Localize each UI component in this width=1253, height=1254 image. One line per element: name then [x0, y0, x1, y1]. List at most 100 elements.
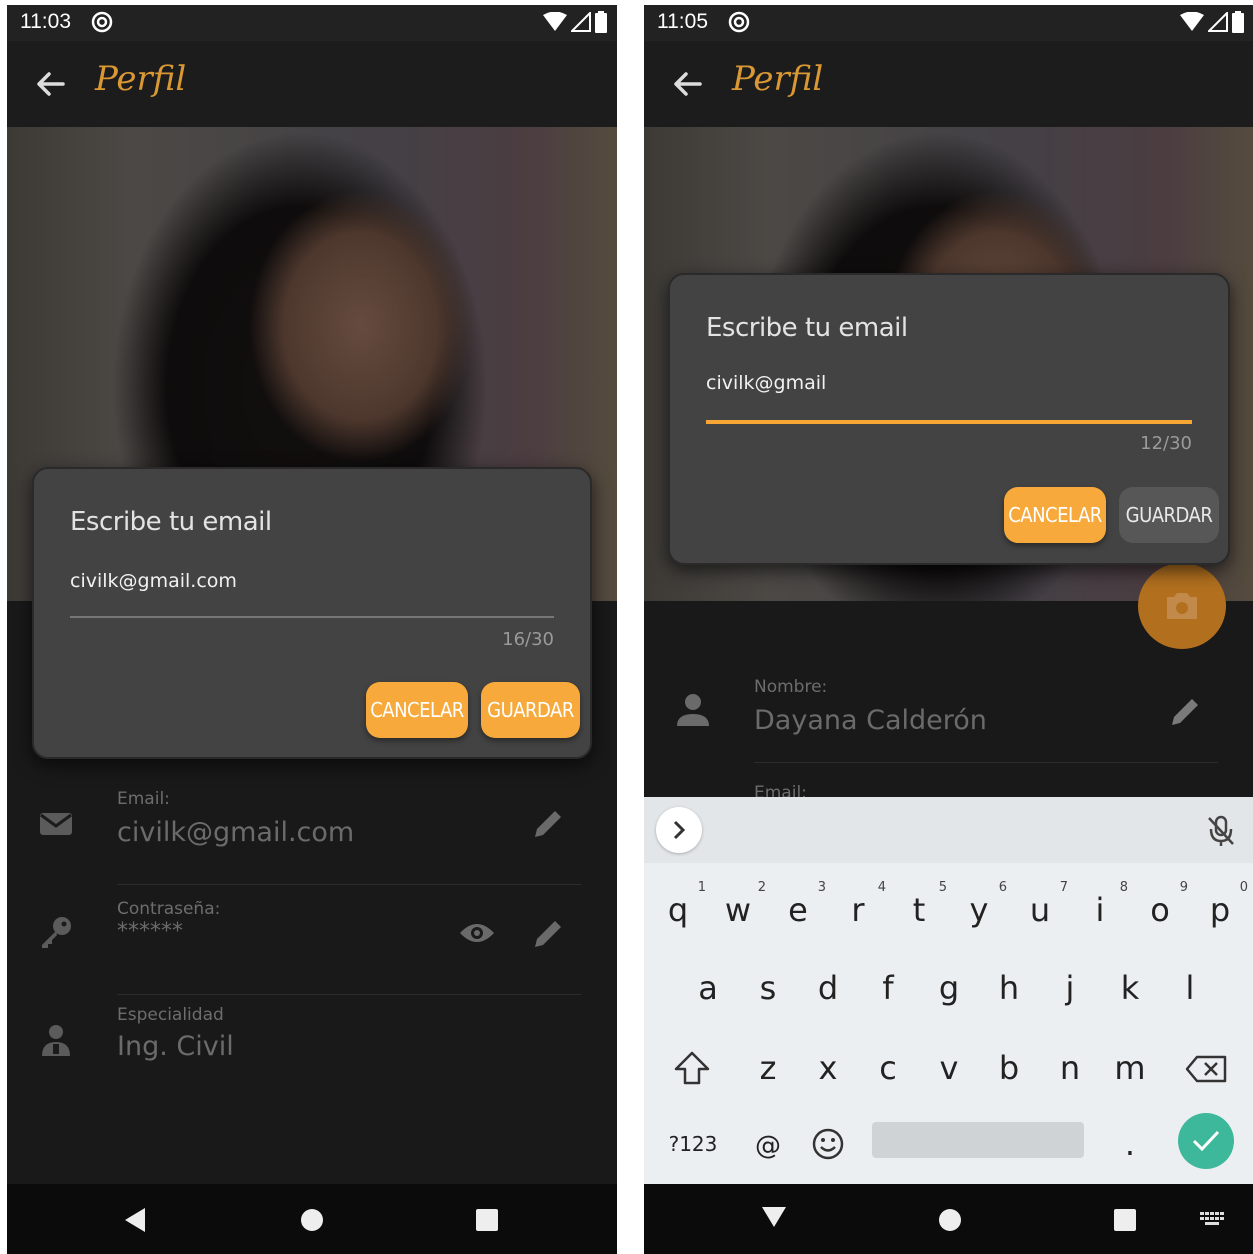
status-icons: [1180, 11, 1244, 33]
status-icons: [543, 11, 607, 33]
back-arrow-icon[interactable]: [672, 69, 702, 99]
page-title: Perfil: [732, 59, 824, 99]
enter-key[interactable]: [1178, 1113, 1234, 1169]
key-v[interactable]: v: [919, 1033, 979, 1103]
dialog-title: Escribe tu email: [70, 507, 272, 537]
email-input[interactable]: civilk@gmail: [706, 372, 826, 394]
key-l[interactable]: l: [1160, 953, 1220, 1023]
keyboard-suggestion-bar: [644, 797, 1253, 863]
person-icon: [677, 694, 709, 726]
name-label: Nombre:: [754, 677, 828, 697]
app-bar: Perfil: [644, 41, 1253, 127]
nav-home-icon[interactable]: [300, 1208, 324, 1232]
keyboard-switch-icon[interactable]: [1200, 1212, 1226, 1226]
mail-icon: [40, 813, 72, 835]
worker-icon: [42, 1025, 70, 1056]
key-u[interactable]: u7: [1010, 875, 1070, 945]
key-s[interactable]: s: [738, 953, 798, 1023]
dialog-title: Escribe tu email: [706, 313, 908, 343]
key-w[interactable]: w2: [708, 875, 768, 945]
chevron-right-icon[interactable]: [656, 807, 702, 853]
key-j[interactable]: j: [1040, 953, 1100, 1023]
mic-off-icon[interactable]: [1206, 815, 1236, 847]
emoji-key[interactable]: [798, 1109, 858, 1179]
password-value: ******: [117, 919, 183, 944]
email-row: Email: civilk@gmail.com: [7, 775, 617, 885]
cancel-button[interactable]: CANCELAR: [366, 682, 468, 738]
eye-icon[interactable]: [459, 919, 495, 947]
key-r[interactable]: r4: [828, 875, 888, 945]
key-o[interactable]: o9: [1130, 875, 1190, 945]
key-y[interactable]: y6: [949, 875, 1009, 945]
key-m[interactable]: m: [1100, 1033, 1160, 1103]
camera-icon: [1167, 593, 1197, 619]
key-b[interactable]: b: [979, 1033, 1039, 1103]
key-i[interactable]: i8: [1070, 875, 1130, 945]
status-time: 11:03: [20, 10, 71, 33]
key-h[interactable]: h: [979, 953, 1039, 1023]
key-g[interactable]: g: [919, 953, 979, 1023]
checkmark-icon: [1192, 1130, 1220, 1152]
save-button[interactable]: GUARDAR: [481, 682, 580, 738]
edit-password-icon[interactable]: [531, 917, 565, 951]
navigation-bar: [644, 1184, 1253, 1254]
nav-back-icon[interactable]: [123, 1207, 147, 1233]
password-row: Contraseña: ******: [7, 885, 617, 995]
specialty-value: Ing. Civil: [117, 1031, 234, 1062]
back-arrow-icon[interactable]: [35, 69, 65, 99]
nav-home-icon[interactable]: [938, 1208, 962, 1232]
input-underline: [70, 616, 554, 618]
key-f[interactable]: f: [858, 953, 918, 1023]
email-dialog: Escribe tu email civilk@gmail.com 16/30 …: [32, 467, 592, 759]
status-bar: 11:05: [644, 5, 1253, 41]
signal-icon: [1208, 12, 1228, 32]
email-input[interactable]: civilk@gmail.com: [70, 570, 237, 592]
key-q[interactable]: q1: [648, 875, 708, 945]
symbols-key[interactable]: ?123: [658, 1109, 728, 1179]
nav-recents-icon[interactable]: [1113, 1208, 1137, 1232]
password-label: Contraseña:: [117, 899, 221, 919]
name-value: Dayana Calderón: [754, 705, 987, 736]
key-e[interactable]: e3: [768, 875, 828, 945]
navigation-bar: [7, 1184, 617, 1254]
battery-icon: [1232, 11, 1244, 33]
nav-hide-keyboard-icon[interactable]: [761, 1206, 787, 1228]
save-button[interactable]: GUARDAR: [1119, 487, 1219, 543]
specialty-row: Especialidad Ing. Civil: [7, 995, 617, 1105]
at-key[interactable]: @: [738, 1111, 798, 1181]
status-bar: 11:03: [7, 5, 617, 41]
backspace-icon: [1185, 1055, 1227, 1083]
shift-key[interactable]: [662, 1033, 722, 1103]
key-t[interactable]: t5: [889, 875, 949, 945]
signal-icon: [571, 12, 591, 32]
key-p[interactable]: p0: [1190, 875, 1250, 945]
key-k[interactable]: k: [1100, 953, 1160, 1023]
email-label: Email:: [117, 789, 170, 809]
backspace-key[interactable]: [1176, 1033, 1236, 1103]
email-value: civilk@gmail.com: [117, 817, 355, 848]
space-bar[interactable]: [872, 1122, 1084, 1158]
wifi-icon: [1180, 12, 1204, 31]
key-n[interactable]: n: [1040, 1033, 1100, 1103]
wifi-icon: [543, 12, 567, 31]
key-x[interactable]: x: [798, 1033, 858, 1103]
camera-button[interactable]: [1138, 563, 1226, 649]
key-c[interactable]: c: [858, 1033, 918, 1103]
battery-icon: [595, 11, 607, 33]
edit-email-icon[interactable]: [531, 807, 565, 841]
soft-keyboard: q1 w2 e3 r4 t5 y6 u7 i8 o9 p0 a s d f g …: [644, 797, 1253, 1184]
nav-recents-icon[interactable]: [475, 1208, 499, 1232]
phone-screen-left: 11:03 Perfil Email: civilk@gmail.com Con…: [7, 5, 617, 1254]
edit-name-icon[interactable]: [1168, 695, 1202, 729]
period-key[interactable]: .: [1100, 1109, 1160, 1179]
key-a[interactable]: a: [678, 953, 738, 1023]
email-dialog: Escribe tu email civilk@gmail 12/30 CANC…: [668, 273, 1230, 565]
divider: [754, 762, 1218, 763]
data-saver-icon: [91, 11, 113, 33]
phone-screen-right: 11:05 Perfil Nombre: Dayana Calderón Ema…: [644, 5, 1253, 1254]
char-counter: 12/30: [1140, 433, 1192, 454]
key-d[interactable]: d: [798, 953, 858, 1023]
cancel-button[interactable]: CANCELAR: [1004, 487, 1106, 543]
key-z[interactable]: z: [738, 1033, 798, 1103]
char-counter: 16/30: [502, 629, 554, 650]
